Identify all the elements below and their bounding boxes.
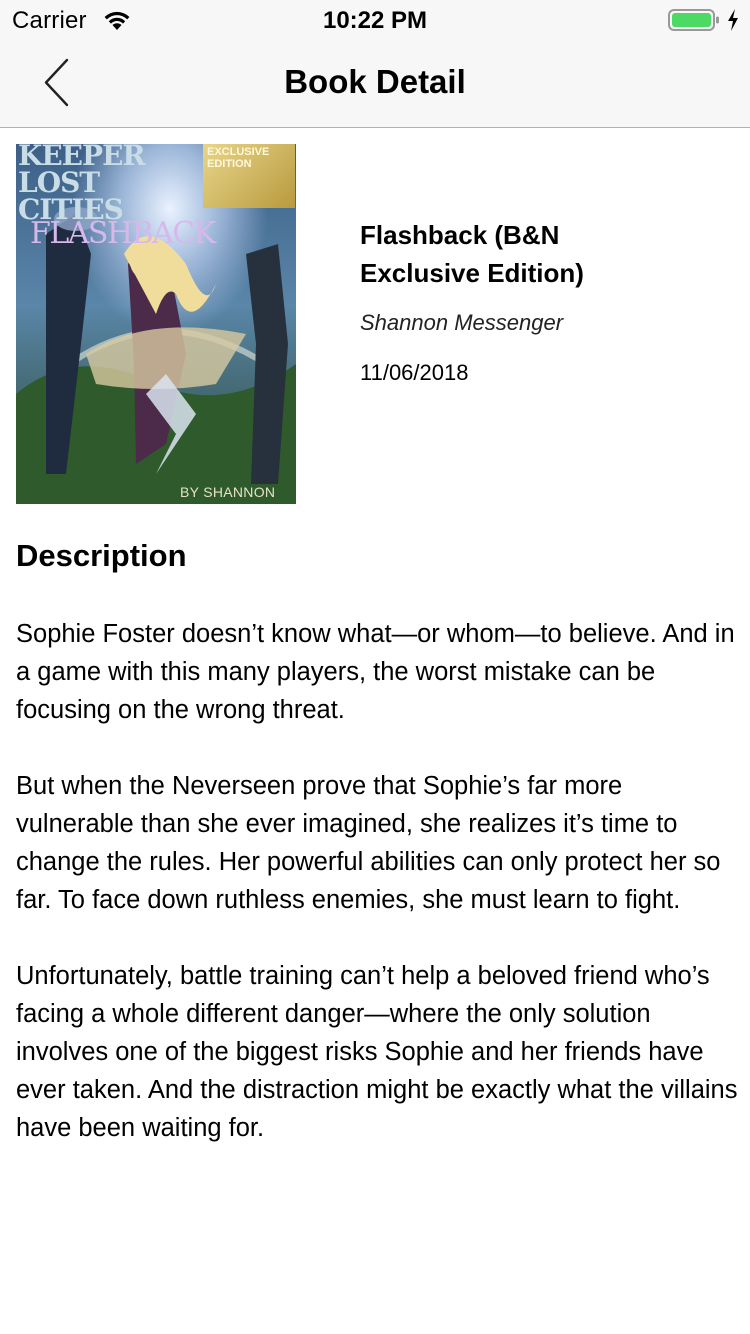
badge-text: EXCLUSIVE xyxy=(207,146,270,158)
book-author: Shannon Messenger xyxy=(360,310,564,335)
exclusive-edition-badge: EXCLUSIVE EDITION xyxy=(203,144,295,208)
page-title: Book Detail xyxy=(284,63,466,100)
cover-book-title: FLASHBACK xyxy=(30,216,216,251)
navigation-bar: Book Detail xyxy=(0,40,750,128)
description-heading: Description xyxy=(16,538,187,573)
publish-date: 11/06/2018 xyxy=(360,360,469,385)
clock: 10:22 PM xyxy=(322,7,428,34)
book-cover-image: KEEPER LOST CITIES FLASHBACK EXCLUSIVE E… xyxy=(16,144,296,504)
description-paragraph: Unfortunately, battle training can’t hel… xyxy=(16,962,738,1142)
status-bar: Carrier 10:22 PM xyxy=(0,0,750,40)
battery-icon xyxy=(668,9,719,31)
description-paragraph: But when the Neverseen prove that Sophie… xyxy=(16,772,721,914)
cover-series-title: KEEPER LOST CITIES xyxy=(18,144,146,224)
description-paragraph: Sophie Foster doesn’t know what—or whom—… xyxy=(16,620,735,724)
book-title: Flashback (B&N Exclusive Edition) xyxy=(360,216,730,292)
badge-text: EDITION xyxy=(207,158,252,170)
book-title-line: Exclusive Edition) xyxy=(360,258,584,288)
book-title-line: Flashback (B&N xyxy=(360,220,560,250)
charging-bolt-icon xyxy=(728,9,738,31)
cover-series-word: LOST xyxy=(18,166,100,199)
cover-author: BY SHANNON xyxy=(180,484,276,500)
description-body: Sophie Foster doesn’t know what—or whom—… xyxy=(16,615,738,1185)
